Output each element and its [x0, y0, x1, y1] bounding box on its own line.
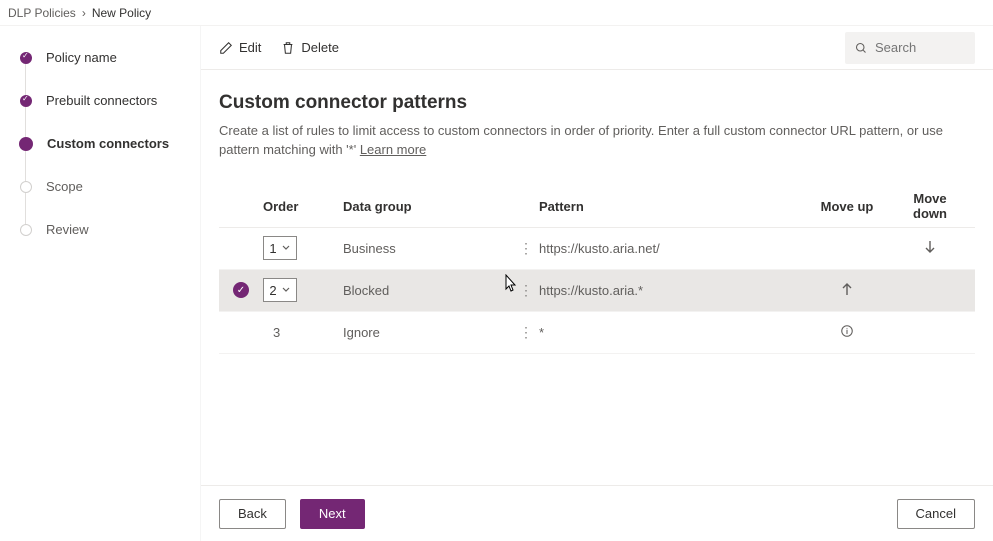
- col-order[interactable]: Order: [263, 199, 343, 214]
- footer: Back Next Cancel: [201, 485, 993, 541]
- page-description: Create a list of rules to limit access t…: [219, 122, 949, 160]
- step-active-icon: [19, 137, 33, 151]
- breadcrumb-current: New Policy: [92, 6, 151, 20]
- delete-icon: [281, 41, 295, 55]
- step-label: Prebuilt connectors: [46, 93, 157, 108]
- step-policy-name[interactable]: Policy name: [20, 50, 200, 65]
- step-prebuilt-connectors[interactable]: Prebuilt connectors: [20, 93, 200, 108]
- cell-pattern: https://kusto.aria.net/: [539, 241, 799, 256]
- toolbar: Edit Delete: [201, 26, 993, 70]
- chevron-down-icon: [281, 285, 291, 295]
- table-row[interactable]: 1 Business ⋮ https://kusto.aria.net/: [219, 228, 975, 270]
- col-move-down[interactable]: Move down: [895, 191, 965, 221]
- move-down-button[interactable]: [895, 239, 965, 258]
- row-select-cell[interactable]: [219, 282, 263, 298]
- cell-data-group: Blocked: [343, 283, 513, 298]
- search-icon: [855, 41, 867, 55]
- step-label: Policy name: [46, 50, 117, 65]
- edit-icon: [219, 41, 233, 55]
- info-icon: [840, 324, 854, 338]
- next-button[interactable]: Next: [300, 499, 365, 529]
- row-menu-button[interactable]: ⋮: [513, 282, 539, 299]
- step-done-icon: [20, 95, 32, 107]
- check-circle-icon: [233, 282, 249, 298]
- col-pattern[interactable]: Pattern: [539, 199, 799, 214]
- order-dropdown[interactable]: 1: [263, 236, 297, 260]
- row-menu-button[interactable]: ⋮: [513, 240, 539, 257]
- cancel-button[interactable]: Cancel: [897, 499, 975, 529]
- step-label: Review: [46, 222, 89, 237]
- move-up-button[interactable]: [799, 281, 895, 300]
- step-review[interactable]: Review: [20, 222, 200, 237]
- step-custom-connectors[interactable]: Custom connectors: [20, 136, 200, 151]
- patterns-table: Order Data group Pattern Move up Move do…: [219, 186, 975, 354]
- step-label: Custom connectors: [47, 136, 169, 151]
- col-move-up[interactable]: Move up: [799, 199, 895, 214]
- arrow-up-icon: [839, 281, 855, 297]
- cell-order: 3: [263, 325, 343, 340]
- step-todo-icon: [20, 181, 32, 193]
- search-box[interactable]: [845, 32, 975, 64]
- arrow-down-icon: [922, 239, 938, 255]
- cell-pattern: https://kusto.aria.*: [539, 283, 799, 298]
- table-row[interactable]: 3 Ignore ⋮ *: [219, 312, 975, 354]
- breadcrumb-parent[interactable]: DLP Policies: [8, 6, 76, 20]
- chevron-down-icon: [281, 243, 291, 253]
- page-title: Custom connector patterns: [219, 92, 975, 114]
- order-dropdown[interactable]: 2: [263, 278, 297, 302]
- step-scope[interactable]: Scope: [20, 179, 200, 194]
- cell-pattern: *: [539, 325, 799, 340]
- cell-data-group: Ignore: [343, 325, 513, 340]
- info-icon-cell[interactable]: [799, 324, 895, 341]
- delete-button[interactable]: Delete: [281, 40, 339, 55]
- step-todo-icon: [20, 224, 32, 236]
- step-done-icon: [20, 52, 32, 64]
- back-button[interactable]: Back: [219, 499, 286, 529]
- delete-label: Delete: [301, 40, 339, 55]
- search-input[interactable]: [875, 40, 965, 55]
- edit-button[interactable]: Edit: [219, 40, 261, 55]
- table-row[interactable]: 2 Blocked ⋮ https://kusto.aria.*: [219, 270, 975, 312]
- row-menu-button[interactable]: ⋮: [513, 324, 539, 341]
- cell-data-group: Business: [343, 241, 513, 256]
- col-data-group[interactable]: Data group: [343, 199, 513, 214]
- step-label: Scope: [46, 179, 83, 194]
- chevron-right-icon: ›: [82, 6, 86, 20]
- table-header: Order Data group Pattern Move up Move do…: [219, 186, 975, 228]
- wizard-sidebar: Policy name Prebuilt connectors Custom c…: [0, 26, 200, 541]
- edit-label: Edit: [239, 40, 261, 55]
- breadcrumb: DLP Policies › New Policy: [0, 0, 993, 26]
- learn-more-link[interactable]: Learn more: [360, 142, 426, 157]
